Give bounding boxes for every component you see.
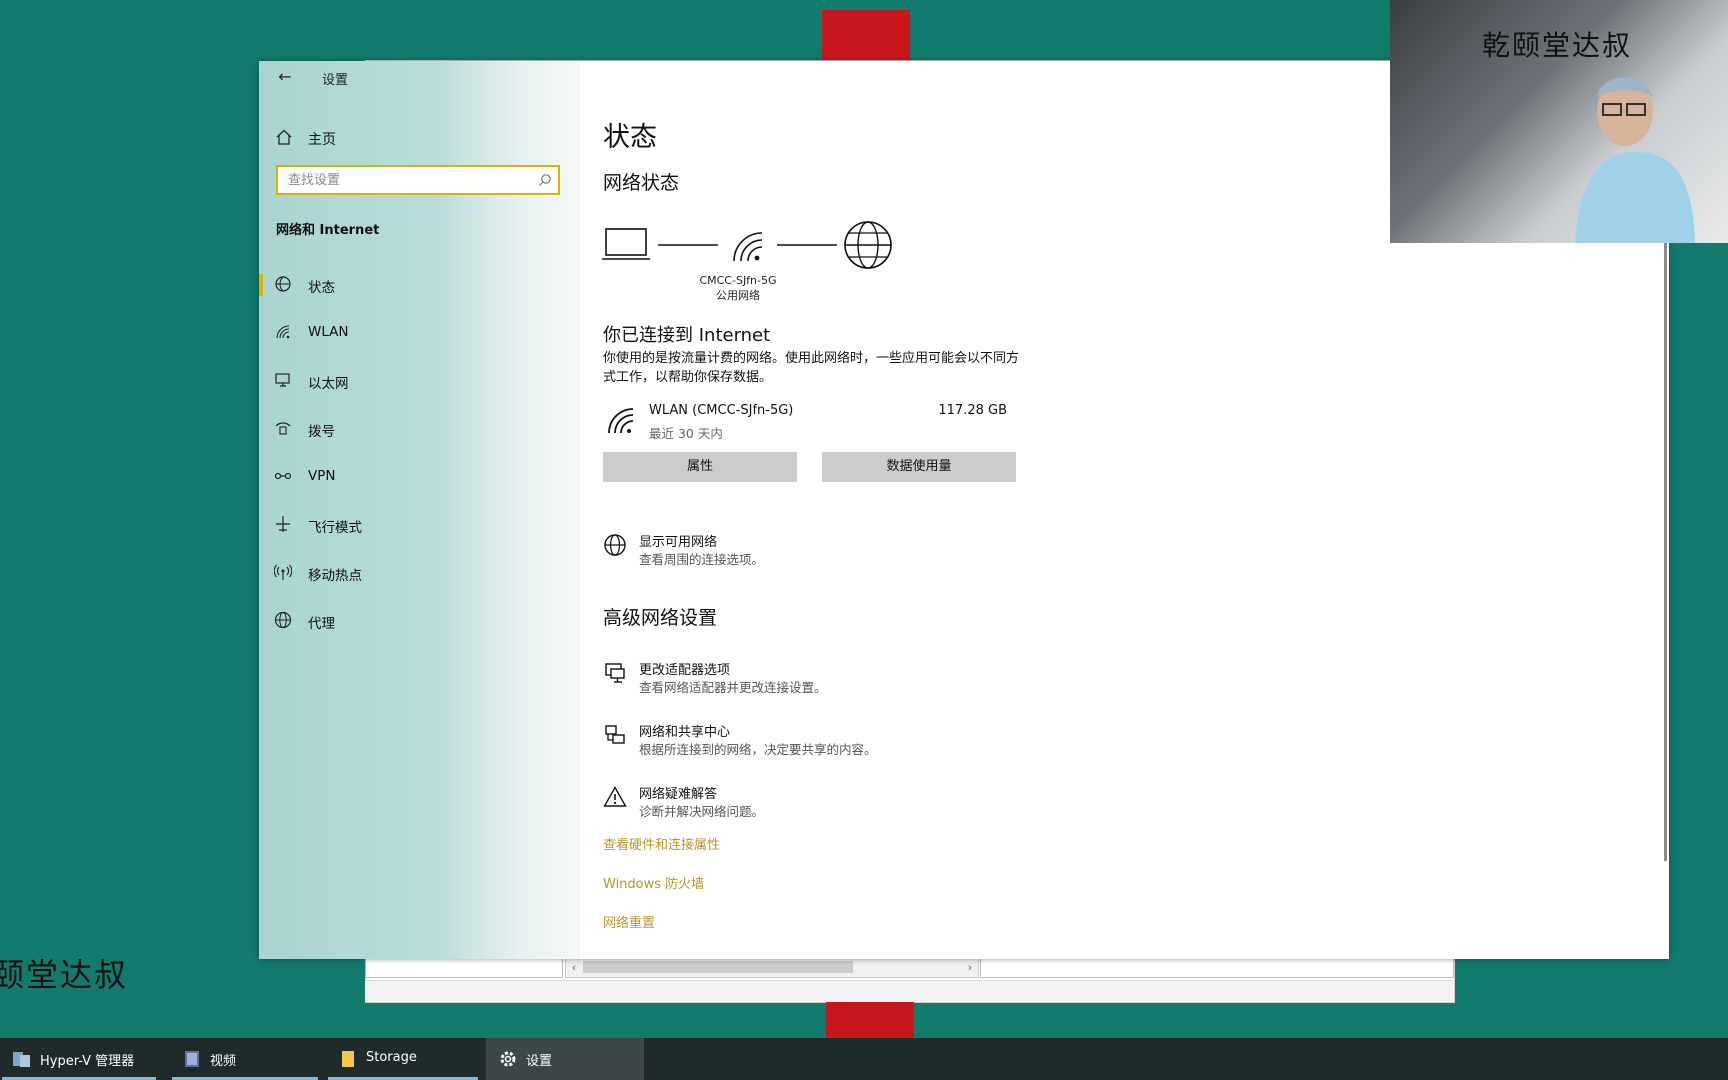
network-reset-link[interactable]: 网络重置	[603, 912, 655, 931]
sidebar-item-dialup[interactable]: 拨号	[259, 408, 580, 448]
back-button[interactable]: ←	[273, 67, 297, 87]
sidebar-item-ethernet[interactable]: 以太网	[259, 360, 580, 400]
taskbar-item-video[interactable]: 视频	[170, 1038, 320, 1080]
link-title: 网络和共享中心	[639, 725, 731, 740]
network-name: CMCC-SJfn-5G	[699, 274, 777, 287]
ethernet-icon	[275, 373, 290, 387]
link-description: 诊断并解决网络问题。	[639, 804, 765, 819]
adapter-icon	[605, 663, 625, 683]
sidebar-item-proxy[interactable]: 代理	[259, 600, 580, 640]
network-type: 公用网络	[716, 289, 760, 302]
troubleshoot-link[interactable]: 网络疑难解答 诊断并解决网络问题。	[603, 783, 1103, 823]
seal-stamp-top	[822, 10, 910, 60]
watermark-text: 颐堂达叔	[0, 956, 129, 994]
link-description: 根据所连接到的网络，决定要共享的内容。	[639, 742, 877, 757]
sidebar-item-airplane[interactable]: 飞行模式	[259, 504, 580, 544]
video-icon	[185, 1051, 199, 1067]
status-icon	[275, 276, 291, 292]
hardware-properties-link[interactable]: 查看硬件和连接属性	[603, 834, 720, 853]
sidebar-item-status[interactable]: 状态	[259, 264, 580, 304]
vpn-icon	[274, 472, 292, 480]
hyperv-icon	[13, 1052, 30, 1067]
taskbar-item-hyperv[interactable]: Hyper-V 管理器	[0, 1038, 158, 1080]
sidebar-item-vpn[interactable]: VPN	[259, 456, 580, 496]
category-title: 网络和 Internet	[276, 223, 380, 238]
section-title: 网络状态	[603, 172, 680, 194]
taskbar-item-label: 设置	[526, 1054, 553, 1069]
sidebar: ← 设置 主页 网络和 Internet 状态 WLAN 以太网 拨号	[259, 61, 580, 959]
link-description: 查看网络适配器并更改连接设置。	[639, 680, 827, 695]
sidebar-item-label: VPN	[308, 468, 336, 484]
connection-status-title: 你已连接到 Internet	[603, 325, 771, 346]
sidebar-item-label: 主页	[308, 132, 336, 148]
link-title: 网络疑难解答	[639, 787, 718, 802]
wifi-icon	[276, 325, 290, 339]
horizontal-scrollbar[interactable]: ‹ ›	[565, 958, 979, 978]
taskbar-item-label: Storage	[366, 1050, 417, 1065]
wlan-name: WLAN (CMCC-SJfn-5G)	[649, 403, 794, 418]
sidebar-item-label: WLAN	[308, 324, 349, 340]
app-title: 设置	[322, 73, 349, 88]
globe-icon	[274, 611, 292, 629]
sidebar-item-hotspot[interactable]: 移动热点	[259, 552, 580, 592]
title-bar: ← 设置	[259, 61, 580, 93]
sidebar-item-label: 以太网	[308, 376, 349, 392]
wifi-icon	[608, 408, 634, 434]
sidebar-item-label: 飞行模式	[308, 520, 362, 536]
globe-icon	[604, 534, 626, 556]
taskbar-item-settings[interactable]: 设置	[486, 1038, 644, 1080]
advanced-section-title: 高级网络设置	[603, 607, 718, 629]
presenter-image	[1575, 77, 1695, 243]
scroll-right-icon[interactable]: ›	[962, 959, 978, 977]
connection-status-description: 你使用的是按流量计费的网络。使用此网络时，一些应用可能会以不同方式工作，以帮助你…	[603, 351, 1020, 385]
scroll-left-icon[interactable]: ‹	[566, 959, 582, 977]
background-cell	[980, 958, 1454, 978]
vertical-scrollbar[interactable]	[1664, 221, 1667, 861]
sidebar-item-label: 移动热点	[308, 568, 362, 584]
webcam-overlay: 乾颐堂达叔	[1390, 0, 1728, 243]
seal-stamp-bottom	[826, 1002, 914, 1040]
sidebar-item-label: 拨号	[308, 424, 335, 440]
wlan-usage-row: WLAN (CMCC-SJfn-5G) 最近 30 天内 117.28 GB	[603, 401, 1013, 445]
background-status-bar	[365, 980, 1453, 1001]
dialup-icon	[275, 422, 291, 435]
link-title: 更改适配器选项	[639, 663, 731, 678]
sidebar-item-label: 代理	[308, 616, 335, 632]
taskbar-item-storage[interactable]: Storage	[326, 1038, 480, 1080]
background-cell	[365, 958, 563, 978]
wifi-signal-icon	[733, 232, 763, 262]
sharing-center-link[interactable]: 网络和共享中心 根据所连接到的网络，决定要共享的内容。	[603, 721, 1103, 761]
sharing-center-icon	[605, 725, 625, 744]
active-indicator	[259, 274, 263, 296]
warning-icon	[603, 786, 627, 807]
network-label: CMCC-SJfn-5G 公用网络	[688, 273, 788, 303]
wlan-period: 最近 30 天内	[649, 426, 723, 441]
scrollbar-thumb[interactable]	[583, 961, 853, 973]
properties-button[interactable]: 属性	[603, 452, 797, 482]
sidebar-item-home[interactable]: 主页	[259, 121, 580, 155]
taskbar-item-label: 视频	[210, 1054, 237, 1069]
sidebar-item-wlan[interactable]: WLAN	[259, 312, 580, 352]
link-title: 显示可用网络	[639, 535, 718, 550]
show-networks-link[interactable]: 显示可用网络 查看周围的连接选项。	[603, 531, 1103, 571]
folder-icon	[342, 1051, 354, 1067]
search-box[interactable]	[276, 165, 560, 195]
change-adapter-options-link[interactable]: 更改适配器选项 查看网络适配器并更改连接设置。	[603, 659, 1103, 699]
airplane-icon	[276, 516, 290, 532]
hotspot-icon	[274, 564, 292, 580]
sidebar-item-label: 状态	[308, 280, 335, 296]
data-usage-button[interactable]: 数据使用量	[822, 452, 1016, 482]
gear-icon	[500, 1051, 516, 1067]
taskbar-item-label: Hyper-V 管理器	[40, 1054, 135, 1069]
link-description: 查看周围的连接选项。	[639, 552, 765, 567]
taskbar: Hyper-V 管理器 视频 Storage 设置	[0, 1038, 1728, 1080]
search-icon[interactable]	[538, 173, 552, 187]
firewall-link[interactable]: Windows 防火墙	[603, 873, 704, 892]
laptop-icon	[602, 228, 650, 260]
internet-globe-icon	[844, 221, 892, 269]
home-icon	[276, 129, 292, 145]
wlan-usage: 117.28 GB	[938, 403, 1007, 418]
page-title: 状态	[603, 122, 657, 153]
search-input[interactable]	[286, 172, 530, 189]
